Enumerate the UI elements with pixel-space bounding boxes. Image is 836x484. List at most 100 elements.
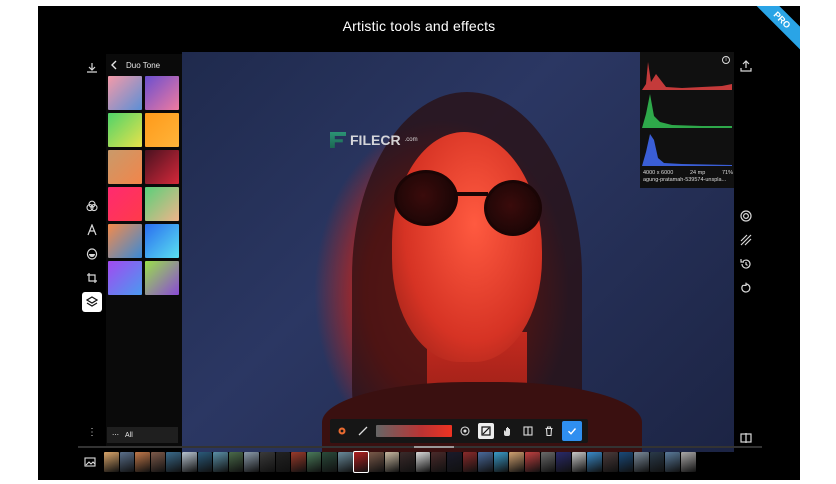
filmstrip-thumbnail[interactable]	[587, 452, 602, 472]
brush-icon[interactable]	[355, 423, 371, 439]
filmstrip-thumbnail[interactable]	[603, 452, 618, 472]
panel-header[interactable]: Duo Tone	[110, 58, 160, 72]
watermark-logo: FILECR .com	[330, 132, 418, 148]
filmstrip-thumbnail[interactable]	[665, 452, 680, 472]
mask-mode-button[interactable]	[478, 423, 494, 439]
filmstrip-thumbnail[interactable]	[104, 452, 119, 472]
watermark-text: FILECR	[350, 132, 401, 148]
filmstrip-thumbnail[interactable]	[244, 452, 259, 472]
swatch-pink-red[interactable]	[108, 187, 142, 221]
brush-size-slider[interactable]	[376, 425, 452, 437]
share-icon[interactable]	[738, 58, 754, 74]
texture-icon[interactable]	[738, 232, 754, 248]
swatch-blue-cyan[interactable]	[145, 224, 179, 258]
filmstrip-thumbnail[interactable]	[649, 452, 665, 472]
image-info: 4000 x 6000 24 mp 71% agung-pratamah-539…	[643, 170, 733, 184]
layers-icon[interactable]	[82, 292, 102, 312]
swatch-orange[interactable]	[145, 113, 179, 147]
app-frame: Artistic tools and effects PRO Duo Tone …	[38, 6, 800, 480]
image-filename: agung-pratamah-539574-unspla...	[643, 177, 727, 183]
histogram-green	[642, 92, 732, 128]
image-resolution: 4000 x 6000	[643, 170, 674, 176]
lens-icon[interactable]	[738, 208, 754, 224]
swatch-violet-blue[interactable]	[108, 261, 142, 295]
filmstrip-thumbnail[interactable]	[415, 452, 431, 472]
filmstrip-thumbnail[interactable]	[306, 452, 322, 472]
reset-icon[interactable]	[738, 280, 754, 296]
filmstrip-thumbnail[interactable]	[181, 452, 197, 472]
text-tool-icon[interactable]	[82, 220, 102, 240]
more-vertical-icon[interactable]: ⋮	[87, 427, 97, 438]
swatch-orange-blue[interactable]	[108, 224, 142, 258]
swatch-green-peach[interactable]	[145, 187, 179, 221]
gallery-icon[interactable]	[82, 454, 98, 470]
trash-icon[interactable]	[541, 423, 557, 439]
filmstrip-thumbnail[interactable]	[509, 452, 525, 472]
filmstrip-thumbnail[interactable]	[431, 452, 447, 472]
swatch-pink-blue[interactable]	[108, 76, 142, 110]
mask-toolbar	[330, 419, 588, 443]
swatch-purple-pink[interactable]	[145, 76, 179, 110]
right-toolbar	[738, 54, 758, 448]
filmstrip-thumbnail[interactable]	[275, 452, 291, 472]
split-view-icon[interactable]	[520, 423, 536, 439]
opacity-circle-icon[interactable]	[457, 423, 473, 439]
filmstrip-thumbnail[interactable]	[166, 452, 181, 472]
chevron-left-icon[interactable]	[110, 60, 118, 70]
hand-icon[interactable]	[499, 423, 515, 439]
download-icon[interactable]	[82, 58, 102, 78]
filmstrip-thumbnail[interactable]	[135, 452, 150, 472]
filmstrip-thumbnail[interactable]	[259, 452, 275, 472]
history-icon[interactable]	[738, 256, 754, 272]
filter-category-select[interactable]: ⋯ All	[107, 427, 178, 443]
filmstrip-thumbnail[interactable]	[540, 452, 556, 472]
filmstrip-thumbnail[interactable]	[525, 452, 540, 472]
filmstrip-thumbnail[interactable]	[618, 452, 634, 472]
filmstrip-thumbnail[interactable]	[352, 451, 370, 473]
filmstrip-thumbnail[interactable]	[197, 452, 213, 472]
filmstrip-thumbnail[interactable]	[213, 452, 228, 472]
compare-split-icon[interactable]	[738, 430, 754, 446]
filmstrip-thumbnail[interactable]	[571, 452, 587, 472]
filmstrip-thumbnail[interactable]	[493, 452, 509, 472]
swatch-tan-orange[interactable]	[108, 150, 142, 184]
filmstrip-thumbnail[interactable]	[447, 452, 462, 472]
left-toolbar	[82, 54, 106, 448]
histogram-red	[642, 54, 732, 90]
filmstrip-thumbnail[interactable]	[384, 452, 400, 472]
filmstrip-thumbnail[interactable]	[478, 452, 493, 472]
crop-icon[interactable]	[82, 268, 102, 288]
swatch-dark-red[interactable]	[145, 150, 179, 184]
sunglasses-left-lens	[394, 170, 458, 226]
filmstrip-thumbnail[interactable]	[462, 452, 478, 472]
sunglasses-bridge	[454, 192, 488, 196]
filmstrip-thumbnail[interactable]	[150, 452, 166, 472]
filmstrip-thumbnail[interactable]	[322, 452, 337, 472]
image-megapixels: 24 mp	[689, 170, 706, 176]
watermark-mark	[330, 132, 346, 148]
filmstrip	[82, 450, 762, 474]
confirm-button[interactable]	[562, 421, 582, 441]
gear-brush-icon[interactable]	[334, 423, 350, 439]
filter-category-label: All	[125, 431, 133, 439]
sunglasses-right-lens	[484, 180, 542, 236]
filmstrip-scrubber[interactable]	[78, 446, 762, 448]
filmstrip-thumbnail[interactable]	[634, 452, 649, 472]
page-title: Artistic tools and effects	[342, 18, 496, 34]
blend-icon[interactable]	[82, 196, 102, 216]
histogram-panel: i 4000 x 6000 24 mp 71% agung-pratamah-5…	[640, 52, 734, 188]
filmstrip-thumbnail[interactable]	[291, 452, 306, 472]
swatch-green-yellow[interactable]	[108, 113, 142, 147]
filmstrip-thumbnail[interactable]	[228, 452, 244, 472]
filmstrip-thumbnail[interactable]	[369, 452, 384, 472]
filmstrip-thumbnail[interactable]	[556, 452, 571, 472]
face-mask-icon[interactable]	[82, 244, 102, 264]
duo-tone-panel: Duo Tone ⋯ All	[106, 54, 182, 448]
swatch-lime-purple[interactable]	[145, 261, 179, 295]
filmstrip-thumbnail[interactable]	[400, 452, 415, 472]
histogram-blue	[642, 130, 732, 166]
filmstrip-thumbnail[interactable]	[337, 452, 353, 472]
zoom-level: 71%	[721, 170, 733, 176]
filmstrip-thumbnail[interactable]	[680, 452, 696, 472]
filmstrip-thumbnail[interactable]	[119, 452, 135, 472]
